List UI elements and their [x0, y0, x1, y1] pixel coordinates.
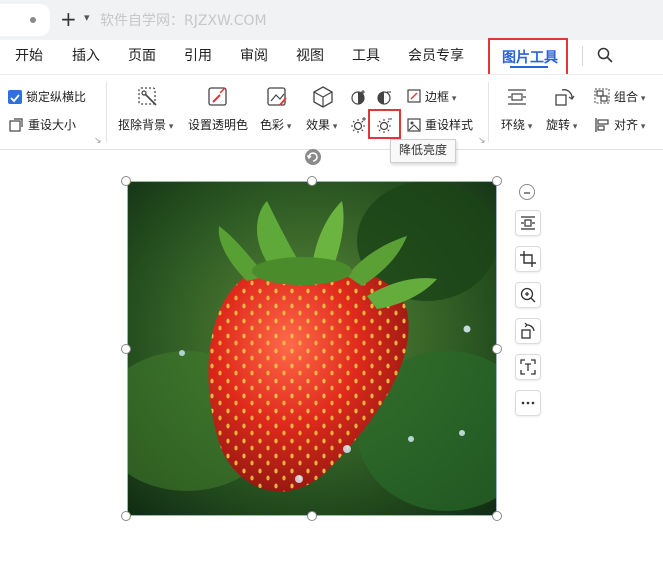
rotate-handle-icon[interactable] [304, 148, 322, 166]
color-label: 色彩 [260, 118, 285, 132]
lock-ratio-checkbox[interactable] [8, 90, 22, 104]
set-transparent-label[interactable]: 设置透明色 [188, 117, 248, 133]
resize-handle-top-left[interactable] [121, 176, 131, 186]
chevron-down-icon: ▾ [284, 122, 292, 132]
chevron-down-icon: ▾ [570, 122, 578, 132]
rotate-button[interactable]: 旋转 ▾ [546, 117, 577, 135]
resize-icon[interactable] [8, 117, 24, 133]
chevron-down-icon: ▾ [449, 94, 457, 104]
border-button[interactable]: 边框 ▾ [425, 89, 456, 107]
resize-handle-bottom-right[interactable] [492, 511, 502, 521]
rotate-icon[interactable] [515, 318, 541, 344]
align-label: 对齐 [614, 118, 639, 132]
chevron-down-icon: ▾ [525, 122, 533, 132]
group-button[interactable]: 组合 ▾ [614, 89, 645, 107]
decrease-contrast-icon[interactable] [376, 88, 394, 106]
tab-modified-dot [30, 17, 36, 23]
resize-handle-bottom-left[interactable] [121, 511, 131, 521]
effects-icon[interactable] [311, 85, 335, 109]
set-transparent-icon[interactable] [206, 85, 230, 109]
menu-tools[interactable]: 工具 [352, 47, 380, 65]
color-button[interactable]: 色彩 ▾ [260, 117, 291, 135]
align-icon[interactable] [594, 117, 610, 133]
remove-background-button[interactable]: 抠除背景 ▾ [118, 117, 173, 135]
more-icon[interactable] [515, 390, 541, 416]
remove-background-icon[interactable] [136, 85, 160, 109]
active-tab-underline [510, 66, 548, 68]
menu-home[interactable]: 开始 [15, 47, 43, 65]
menu-separator [582, 46, 583, 66]
wrap-text-icon[interactable] [515, 210, 541, 236]
align-button[interactable]: 对齐 ▾ [614, 117, 645, 135]
resize-handle-left[interactable] [121, 344, 131, 354]
color-icon[interactable] [265, 85, 289, 109]
new-tab-button[interactable]: + [60, 8, 77, 30]
lock-ratio-label[interactable]: 锁定纵横比 [26, 89, 86, 105]
chevron-down-icon: ▾ [166, 122, 174, 132]
menu-membership[interactable]: 会员专享 [408, 47, 464, 65]
rotate-icon[interactable] [553, 86, 575, 108]
ocr-icon[interactable] [515, 354, 541, 380]
remove-background-label: 抠除背景 [118, 118, 167, 132]
search-icon[interactable] [596, 46, 614, 64]
dialog-launcher-icon[interactable]: ↘ [94, 136, 102, 146]
crop-icon[interactable] [515, 246, 541, 272]
chevron-down-icon: ▾ [638, 94, 646, 104]
border-label: 边框 [425, 90, 450, 104]
menu-page[interactable]: 页面 [128, 47, 156, 65]
menu-reference[interactable]: 引用 [184, 47, 212, 65]
watermark-text: 软件自学网：RJZXW.COM [100, 13, 267, 29]
wrap-label: 环绕 [501, 118, 526, 132]
resize-handle-right[interactable] [492, 344, 502, 354]
reduce-brightness-tooltip: 降低亮度 [390, 139, 457, 163]
resize-label[interactable]: 重设大小 [28, 117, 76, 133]
collapse-icon[interactable] [519, 184, 535, 200]
increase-brightness-icon[interactable] [350, 116, 368, 134]
toolbar-separator [488, 82, 489, 142]
chevron-down-icon: ▾ [330, 122, 338, 132]
selection-frame [127, 181, 497, 516]
zoom-icon[interactable] [515, 282, 541, 308]
effects-label: 效果 [306, 118, 331, 132]
chevron-down-icon: ▾ [638, 122, 646, 132]
group-icon[interactable] [594, 88, 610, 104]
increase-contrast-icon[interactable] [350, 88, 368, 106]
menu-view[interactable]: 视图 [296, 47, 324, 65]
wrap-text-icon[interactable] [506, 86, 528, 108]
reset-style-label[interactable]: 重设样式 [425, 117, 473, 133]
toolbar-separator [106, 82, 107, 142]
menu-picture-tools[interactable]: 图片工具 [502, 47, 558, 67]
wrap-button[interactable]: 环绕 ▾ [501, 117, 532, 135]
new-tab-dropdown-icon[interactable]: ▾ [84, 11, 90, 24]
resize-handle-top[interactable] [307, 176, 317, 186]
reduce-brightness-icon[interactable] [376, 116, 394, 134]
reset-style-icon[interactable] [406, 117, 422, 133]
dialog-launcher-icon[interactable]: ↘ [478, 136, 486, 146]
document-tab[interactable] [0, 4, 50, 36]
menu-insert[interactable]: 插入 [72, 47, 100, 65]
border-icon[interactable] [406, 88, 422, 104]
rotate-label: 旋转 [546, 118, 571, 132]
resize-handle-bottom[interactable] [307, 511, 317, 521]
effects-button[interactable]: 效果 ▾ [306, 117, 337, 135]
menu-review[interactable]: 审阅 [240, 47, 268, 65]
resize-handle-top-right[interactable] [492, 176, 502, 186]
group-label: 组合 [614, 90, 639, 104]
